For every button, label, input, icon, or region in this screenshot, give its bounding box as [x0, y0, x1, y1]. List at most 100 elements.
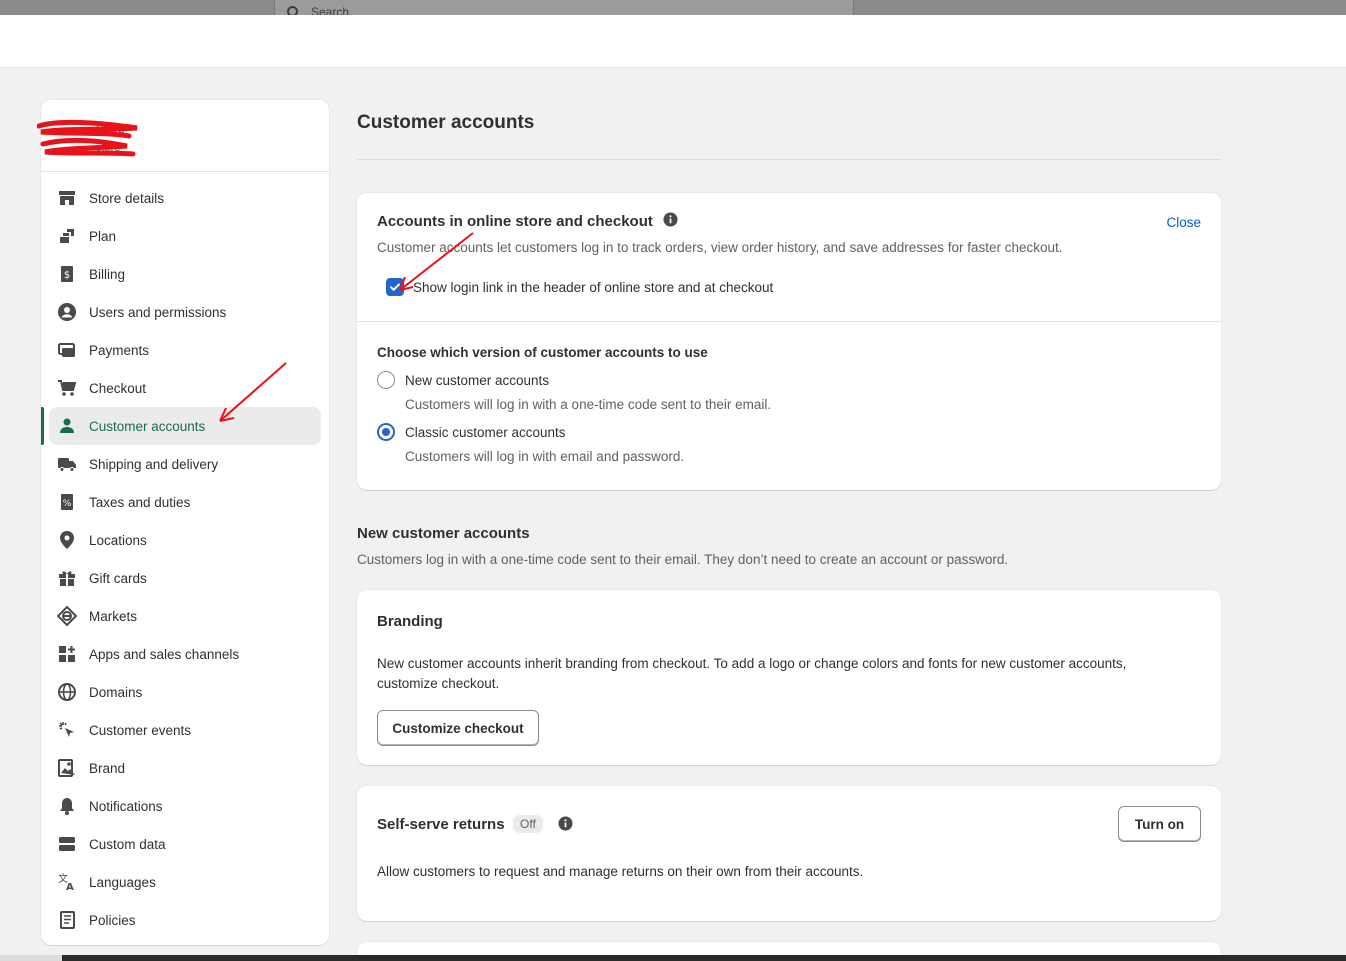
sidebar-item-checkout[interactable]: Checkout [49, 369, 321, 407]
sidebar-item-notifications[interactable]: Notifications [49, 787, 321, 825]
sidebar-item-customer-events[interactable]: Customer events [49, 711, 321, 749]
truck-icon [57, 454, 77, 474]
redaction-scribble [37, 119, 138, 157]
new-accounts-radio[interactable] [377, 371, 395, 389]
branding-text-line2: customize checkout. [377, 676, 500, 691]
user-circle-icon [57, 302, 77, 322]
tax-icon: % [57, 492, 77, 512]
settings-sidebar: Store store Store details Plan $ Billing… [37, 100, 329, 945]
self-serve-returns-card: Self-serve returns Off Turn on Allow cus… [357, 786, 1221, 921]
cart-icon [57, 378, 77, 398]
login-link-checkbox[interactable] [386, 278, 404, 296]
sidebar-item-payments[interactable]: Payments [49, 331, 321, 369]
billing-icon: $ [57, 264, 77, 284]
sidebar-nav: Store details Plan $ Billing Users and p… [41, 172, 329, 939]
new-accounts-help: Customers will log in with a one-time co… [405, 397, 772, 412]
svg-text:%: % [63, 499, 72, 509]
page-title: Customer accounts [357, 112, 535, 133]
sidebar-item-label: Payments [89, 342, 150, 358]
sidebar-item-brand[interactable]: Brand [49, 749, 321, 787]
globe-icon [57, 682, 77, 702]
svg-text:A: A [66, 882, 74, 892]
branding-card: Branding New customer accounts inherit b… [357, 590, 1221, 765]
sidebar-item-policies[interactable]: Policies [49, 901, 321, 939]
translate-icon: 文A [57, 872, 77, 892]
sidebar-item-customer-accounts[interactable]: Customer accounts [41, 407, 321, 445]
store-header: Store store [37, 100, 329, 172]
status-badge: Off [513, 815, 543, 833]
document-icon [57, 910, 77, 930]
returns-title: Self-serve returns [377, 816, 505, 833]
card-divider [357, 321, 1221, 322]
classic-accounts-radio[interactable] [377, 423, 395, 441]
apps-icon [57, 644, 77, 664]
sidebar-item-label: Billing [89, 266, 126, 282]
header-bar [0, 15, 1346, 68]
sidebar-item-markets[interactable]: Markets [49, 597, 321, 635]
sidebar-item-locations[interactable]: Locations [49, 521, 321, 559]
sidebar-item-languages[interactable]: 文A Languages [49, 863, 321, 901]
branding-text-line1: New customer accounts inherit branding f… [377, 656, 1127, 671]
sidebar-item-label: Policies [89, 912, 136, 928]
search-icon [287, 6, 298, 15]
sidebar-item-shipping-and-delivery[interactable]: Shipping and delivery [49, 445, 321, 483]
brand-icon [57, 758, 77, 778]
sidebar-item-label: Users and permissions [89, 304, 227, 320]
sidebar-item-custom-data[interactable]: Custom data [49, 825, 321, 863]
classic-accounts-help: Customers will log in with email and pas… [405, 449, 685, 464]
person-icon [57, 416, 77, 436]
checkbox-label: Show login link in the header of online … [413, 280, 774, 295]
customize-checkout-button[interactable]: Customize checkout [377, 710, 539, 746]
info-icon[interactable] [663, 212, 678, 230]
sidebar-item-label: Apps and sales channels [89, 646, 240, 662]
title-divider [357, 159, 1221, 160]
database-icon [57, 834, 77, 854]
new-accounts-section-subtitle: Customers log in with a one-time code se… [357, 552, 1009, 567]
sidebar-item-users-and-permissions[interactable]: Users and permissions [49, 293, 321, 331]
returns-description: Allow customers to request and manage re… [377, 864, 864, 879]
version-heading: Choose which version of customer account… [377, 345, 708, 360]
sidebar-item-domains[interactable]: Domains [49, 673, 321, 711]
credit-card-icon [57, 340, 77, 360]
sidebar-item-label: Domains [89, 684, 143, 700]
sidebar-item-store-details[interactable]: Store details [49, 179, 321, 217]
sidebar-item-gift-cards[interactable]: Gift cards [49, 559, 321, 597]
info-icon[interactable] [558, 816, 573, 834]
gift-icon [57, 568, 77, 588]
location-pin-icon [57, 530, 77, 550]
sidebar-item-billing[interactable]: $ Billing [49, 255, 321, 293]
checkmark-icon [390, 283, 400, 291]
sidebar-item-plan[interactable]: Plan [49, 217, 321, 255]
branding-title: Branding [377, 613, 443, 630]
sidebar-item-label: Shipping and delivery [89, 456, 219, 472]
search-input[interactable]: Search [274, 0, 854, 15]
globe-markets-icon [57, 606, 77, 626]
sidebar-item-label: Brand [89, 760, 126, 776]
bell-icon [57, 796, 77, 816]
new-accounts-label: New customer accounts [405, 373, 550, 388]
sidebar-item-apps-and-sales-channels[interactable]: Apps and sales channels [49, 635, 321, 673]
sidebar-item-label: Checkout [89, 380, 147, 396]
card-description: Customer accounts let customers log in t… [377, 240, 1063, 255]
card-title: Accounts in online store and checkout [377, 213, 653, 230]
sidebar-item-label: Notifications [89, 798, 163, 814]
cursor-click-icon [57, 720, 77, 740]
classic-accounts-label: Classic customer accounts [405, 425, 566, 440]
sidebar-item-label: Markets [89, 608, 138, 624]
close-button[interactable]: Close [1166, 215, 1201, 230]
turn-on-button[interactable]: Turn on [1118, 806, 1201, 842]
sidebar-item-label: Languages [89, 874, 156, 890]
taskbar-strip [0, 955, 1346, 961]
search-placeholder: Search [311, 5, 350, 15]
sidebar-item-label: Gift cards [89, 570, 147, 586]
plan-icon [57, 226, 77, 246]
sidebar-item-label: Taxes and duties [89, 494, 191, 510]
store-icon [57, 188, 77, 208]
sidebar-item-label: Store details [89, 190, 165, 206]
sidebar-item-label: Customer events [89, 722, 192, 738]
svg-text:$: $ [64, 270, 70, 281]
sidebar-item-label: Custom data [89, 836, 166, 852]
sidebar-item-label: Locations [89, 532, 147, 548]
accounts-settings-card: Accounts in online store and checkout Cl… [357, 193, 1221, 490]
sidebar-item-taxes-and-duties[interactable]: % Taxes and duties [49, 483, 321, 521]
